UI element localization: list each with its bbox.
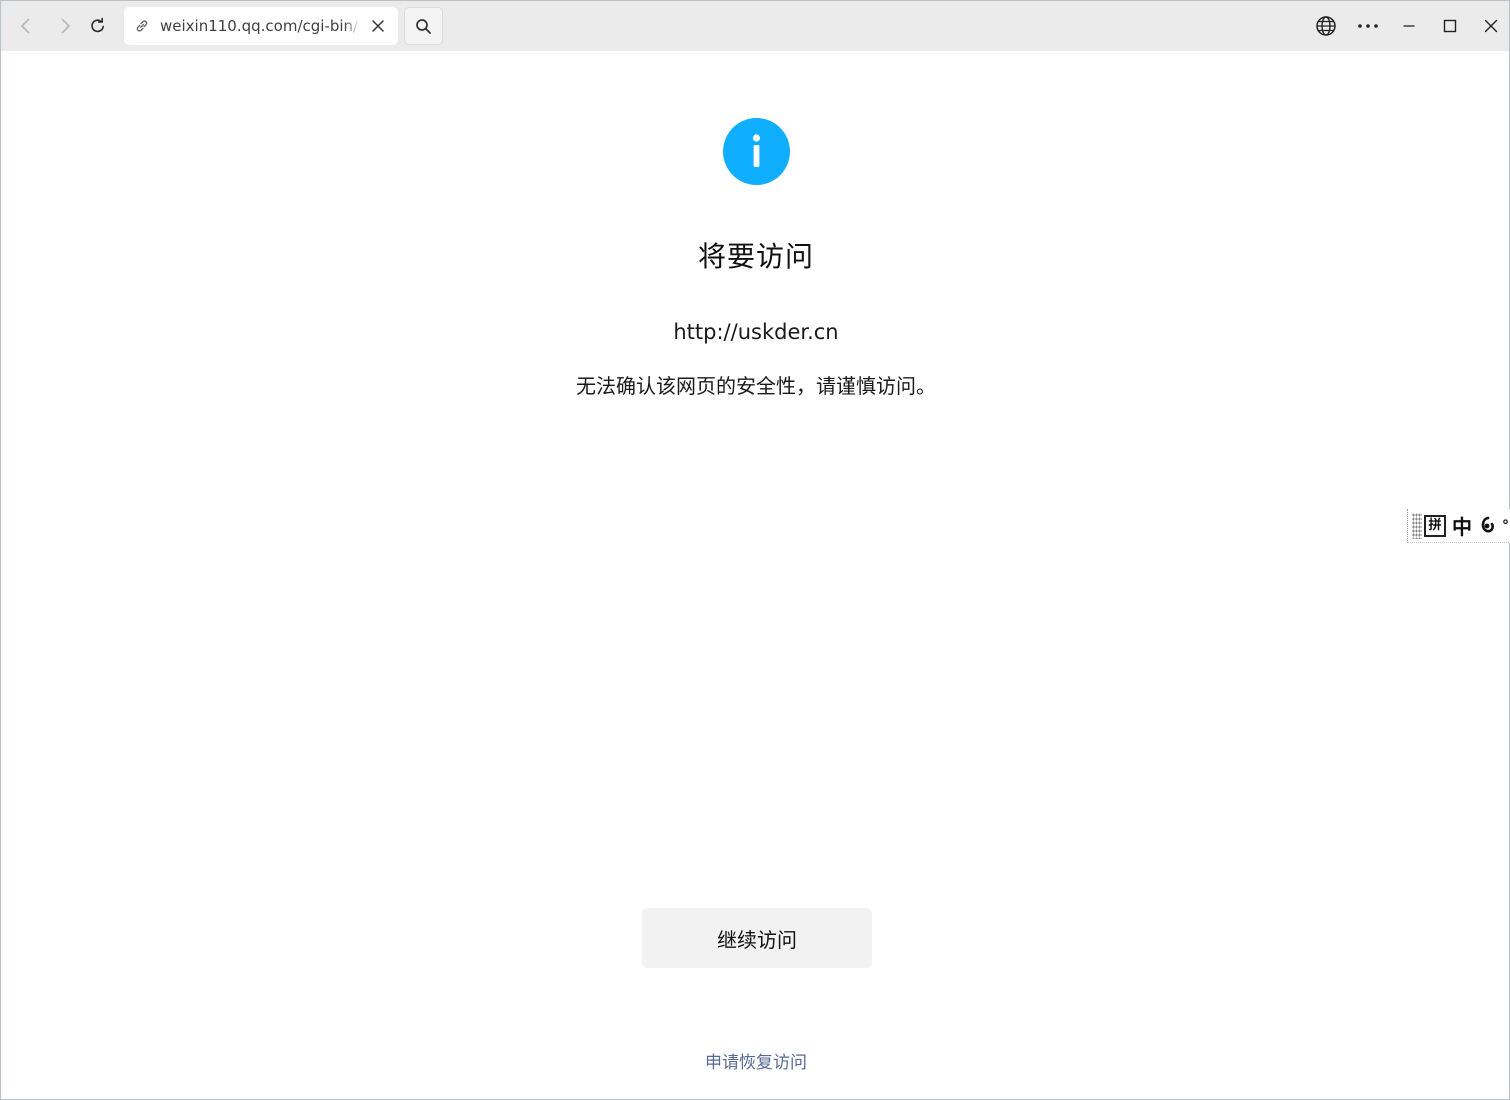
forward-arrow-icon (61, 18, 70, 34)
maximize-button[interactable] (1433, 9, 1467, 43)
info-icon (723, 118, 790, 185)
maximize-icon (1443, 19, 1457, 33)
ime-drag-handle[interactable] (1412, 512, 1422, 539)
ime-language-mode[interactable]: 中 (1452, 511, 1472, 540)
close-x-icon (372, 20, 384, 32)
more-dots-icon (1358, 24, 1378, 28)
minimize-button[interactable] (1392, 9, 1426, 43)
ime-toolbar: 拼 中 ° (1407, 509, 1510, 543)
clear-address-button[interactable] (360, 7, 396, 45)
close-icon (1484, 19, 1498, 33)
page-content: 将要访问 http://uskder.cn 无法确认该网页的安全性，请谨慎访问。… (1, 51, 1509, 1100)
address-bar[interactable]: weixin110.qq.com/cgi-bin/mmspamsupport-b… (124, 7, 398, 45)
forward-button[interactable] (48, 9, 82, 43)
globe-icon (1316, 16, 1336, 36)
ime-logo-icon[interactable]: 拼 (1424, 514, 1446, 537)
more-button[interactable] (1351, 9, 1385, 43)
ime-punctuation-icon[interactable] (1478, 515, 1498, 537)
continue-button[interactable]: 继续访问 (642, 908, 872, 968)
ime-extra-indicator[interactable]: ° (1502, 518, 1509, 534)
search-button[interactable] (404, 7, 443, 45)
reload-icon (91, 17, 104, 33)
minimize-icon (1403, 25, 1415, 27)
address-url[interactable]: weixin110.qq.com/cgi-bin/mmspamsupport-b… (160, 7, 360, 45)
restore-access-link[interactable]: 申请恢复访问 (1, 1048, 1510, 1073)
target-url: http://uskder.cn (673, 320, 839, 344)
browser-window: weixin110.qq.com/cgi-bin/mmspamsupport-b… (0, 0, 1510, 1100)
page-title: 将要访问 (697, 240, 814, 273)
search-icon (416, 18, 431, 34)
browser-toolbar: weixin110.qq.com/cgi-bin/mmspamsupport-b… (1, 1, 1509, 51)
back-arrow-icon (21, 18, 30, 34)
back-button[interactable] (9, 9, 43, 43)
link-icon (124, 7, 160, 45)
warning-text: 无法确认该网页的安全性，请谨慎访问。 (576, 374, 936, 398)
reload-button[interactable] (81, 9, 115, 43)
close-window-button[interactable] (1474, 9, 1508, 43)
globe-button[interactable] (1309, 9, 1343, 43)
